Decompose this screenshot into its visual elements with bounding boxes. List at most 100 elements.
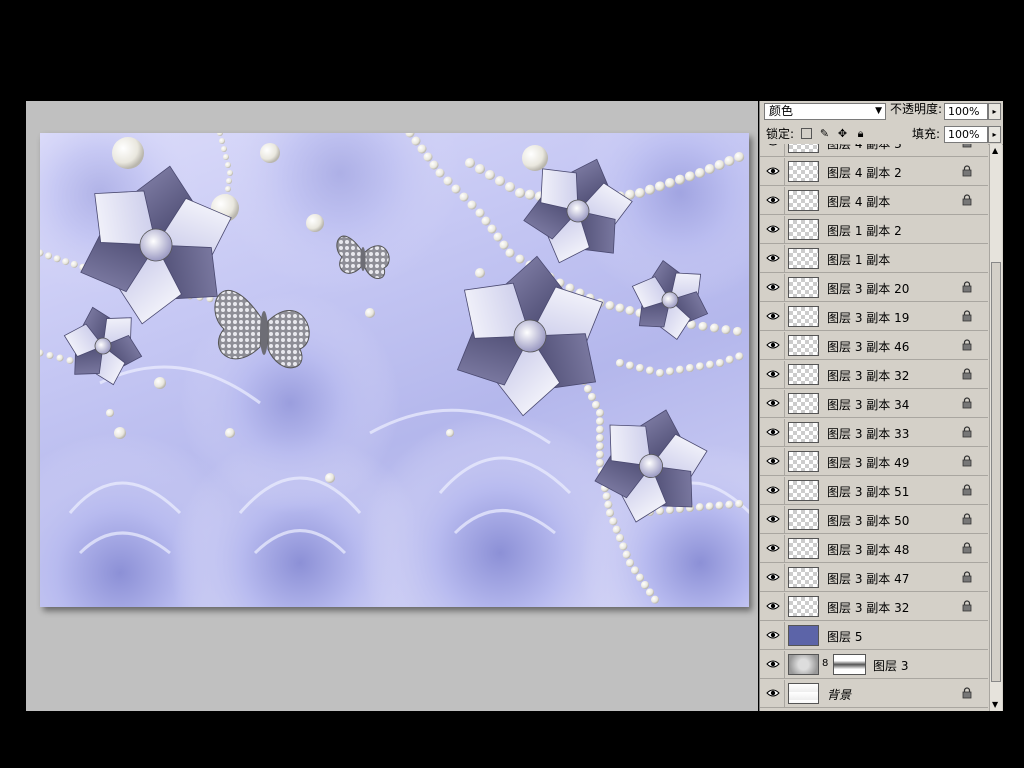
visibility-toggle[interactable]: [760, 419, 785, 446]
layer-row[interactable]: 图层 1 副本: [760, 245, 988, 273]
layer-row[interactable]: 背景: [760, 680, 988, 708]
eye-icon: [766, 427, 780, 437]
layer-row[interactable]: 图层 3 副本 50: [760, 506, 988, 534]
visibility-toggle[interactable]: [760, 390, 785, 417]
layer-row[interactable]: 8 图层 3: [760, 651, 988, 679]
lock-row: 锁定: ✎ ✥ 🔒︎ 填充: 100% ▸: [760, 125, 1003, 145]
chain-link-icon[interactable]: 8: [822, 658, 828, 669]
pearl: [675, 174, 685, 185]
lock-label: 锁定:: [766, 127, 795, 141]
opacity-slider-button[interactable]: ▸: [988, 103, 1001, 120]
pearl: [710, 323, 719, 333]
layer-row[interactable]: 图层 3 副本 34: [760, 390, 988, 418]
layer-thumbnail: [788, 306, 819, 327]
pearl: [584, 385, 592, 393]
pearl: [615, 303, 625, 313]
layer-row[interactable]: 图层 3 副本 32: [760, 361, 988, 389]
pearl: [705, 502, 714, 511]
pearl: [56, 354, 64, 362]
layer-row[interactable]: 图层 3 副本 32: [760, 593, 988, 621]
visibility-toggle[interactable]: [760, 564, 785, 591]
pearl: [475, 268, 485, 278]
layer-mask-thumbnail[interactable]: [833, 654, 866, 675]
visibility-toggle[interactable]: [760, 216, 785, 243]
lock-transparent-pixels-icon[interactable]: [801, 128, 812, 139]
pearl: [475, 208, 485, 218]
visibility-toggle[interactable]: [760, 332, 785, 359]
layer-row[interactable]: 图层 3 副本 19: [760, 303, 988, 331]
visibility-toggle[interactable]: [760, 535, 785, 562]
visibility-toggle[interactable]: [760, 274, 785, 301]
eye-icon: [766, 253, 780, 263]
pearl: [467, 200, 477, 210]
scroll-down-arrow-icon[interactable]: ▼: [992, 700, 998, 709]
visibility-toggle[interactable]: [760, 477, 785, 504]
pearl: [704, 164, 715, 174]
layer-row[interactable]: 图层 3 副本 47: [760, 564, 988, 592]
layer-row[interactable]: 图层 3 副本 51: [760, 477, 988, 505]
visibility-toggle[interactable]: [760, 651, 785, 678]
layer-row[interactable]: 图层 4 副本 2: [760, 158, 988, 186]
visibility-toggle[interactable]: [760, 187, 785, 214]
layer-thumbnail: [788, 144, 819, 153]
visibility-toggle[interactable]: [760, 303, 785, 330]
visibility-toggle[interactable]: [760, 144, 785, 156]
layer-list-scrollbar[interactable]: ▲ ▼: [989, 144, 1002, 711]
pearl: [666, 367, 674, 376]
layer-row[interactable]: 图层 3 副本 20: [760, 274, 988, 302]
visibility-toggle[interactable]: [760, 622, 785, 649]
opacity-input[interactable]: 100%: [944, 103, 988, 120]
layer-thumbnail: [788, 451, 819, 472]
pearl: [106, 409, 114, 417]
layer-row[interactable]: 图层 3 副本 33: [760, 419, 988, 447]
pearl: [606, 509, 614, 517]
layer-row[interactable]: 图层 1 副本 2: [760, 216, 988, 244]
fill-input[interactable]: 100%: [944, 126, 988, 143]
blend-mode-dropdown[interactable]: 颜色 ▼: [764, 103, 886, 120]
eye-icon: [766, 224, 780, 234]
eye-icon: [766, 144, 780, 147]
lock-icon: [962, 600, 972, 612]
pearl: [596, 434, 604, 442]
fill-slider-button[interactable]: ▸: [988, 126, 1001, 143]
pearl: [459, 192, 469, 202]
visibility-toggle[interactable]: [760, 361, 785, 388]
layer-row[interactable]: 图层 4 副本 3: [760, 144, 988, 157]
layer-name: 图层 3 副本 34: [827, 398, 910, 412]
pearl: [695, 168, 705, 178]
pearl: [622, 550, 631, 559]
pearl: [443, 176, 453, 186]
lock-position-icon[interactable]: ✥: [836, 127, 849, 140]
layer-row[interactable]: 图层 3 副本 46: [760, 332, 988, 360]
scrollbar-thumb[interactable]: [991, 262, 1001, 682]
pearl: [706, 360, 714, 369]
layer-thumbnail: [788, 422, 819, 443]
layer-row[interactable]: 图层 5: [760, 622, 988, 650]
visibility-toggle[interactable]: [760, 506, 785, 533]
scroll-up-arrow-icon[interactable]: ▲: [992, 146, 998, 155]
pearl: [631, 566, 639, 575]
layer-row[interactable]: 图层 4 副本: [760, 187, 988, 215]
layer-name: 图层 1 副本 2: [827, 224, 902, 238]
layer-thumbnail: [788, 393, 819, 414]
visibility-toggle[interactable]: [760, 245, 785, 272]
visibility-toggle[interactable]: [760, 680, 785, 707]
document-canvas[interactable]: [40, 133, 749, 607]
visibility-toggle[interactable]: [760, 593, 785, 620]
visibility-toggle[interactable]: [760, 158, 785, 185]
visibility-toggle[interactable]: [760, 448, 785, 475]
layer-name: 图层 3 副本 47: [827, 572, 910, 586]
pearl: [522, 145, 548, 171]
lock-image-pixels-icon[interactable]: ✎: [818, 127, 831, 140]
pearl: [609, 517, 618, 526]
layer-row[interactable]: 图层 3 副本 49: [760, 448, 988, 476]
layer-name: 图层 5: [827, 630, 863, 644]
eye-icon: [766, 572, 780, 582]
lock-all-icon[interactable]: 🔒︎: [854, 127, 867, 140]
layer-row[interactable]: 图层 3 副本 48: [760, 535, 988, 563]
pearl: [217, 133, 223, 136]
pearl: [733, 326, 742, 336]
pearl: [651, 595, 659, 604]
pearl: [625, 306, 635, 315]
pearl: [429, 160, 439, 170]
